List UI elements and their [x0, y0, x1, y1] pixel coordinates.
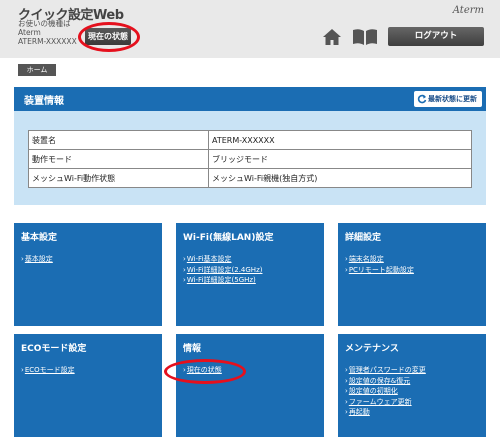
tile-information: 情報 現在の状態 — [176, 334, 324, 437]
device-info-header: 装置情報 最新状態に更新 — [14, 87, 486, 111]
tile-advanced-settings: 詳細設定 端末名設定 PCリモート起動設定 — [338, 223, 486, 326]
row-value: ブリッジモード — [208, 149, 472, 169]
table-row: 装置名 ATERM-XXXXXX — [28, 130, 472, 150]
row-key: メッシュWi-Fi動作状態 — [28, 168, 209, 188]
tile-title: ECOモード設定 — [21, 344, 87, 354]
device-model: ATERM-XXXXXX — [18, 37, 77, 46]
highlight-oval — [164, 359, 246, 384]
link-eco-mode[interactable]: ECOモード設定 — [21, 365, 75, 376]
highlight-oval — [78, 22, 140, 52]
refresh-icon — [417, 94, 427, 104]
tile-title: 情報 — [183, 344, 202, 354]
tile-title: 詳細設定 — [345, 233, 382, 243]
tile-wifi-settings: Wi-Fi(無線LAN)設定 Wi-Fi基本設定 Wi-Fi詳細設定(2.4GH… — [176, 223, 324, 326]
tile-basic-settings: 基本設定 基本設定 — [14, 223, 162, 326]
link-admin-password[interactable]: 管理者パスワードの変更 — [345, 365, 426, 376]
tile-title: メンテナンス — [345, 344, 399, 354]
tile-title: 基本設定 — [21, 233, 58, 243]
device-intro: お使いの機種は — [18, 19, 71, 28]
link-wifi-24ghz[interactable]: Wi-Fi詳細設定(2.4GHz) — [183, 265, 263, 276]
book-icon[interactable] — [352, 28, 378, 46]
tile-title: Wi-Fi(無線LAN)設定 — [183, 233, 274, 243]
aterm-logo: Aterm — [452, 5, 484, 16]
table-row: メッシュWi-Fi動作状態 メッシュWi-Fi親機(独自方式) — [28, 168, 472, 188]
link-basic-settings[interactable]: 基本設定 — [21, 254, 53, 265]
device-info-table: 装置名 ATERM-XXXXXX 動作モード ブリッジモード メッシュWi-Fi… — [28, 130, 472, 188]
device-brand: Aterm — [18, 28, 41, 37]
device-info-panel: 装置情報 最新状態に更新 装置名 ATERM-XXXXXX 動作モード ブリッジ… — [14, 87, 486, 205]
link-reboot[interactable]: 再起動 — [345, 407, 426, 418]
link-wifi-basic[interactable]: Wi-Fi基本設定 — [183, 254, 262, 265]
tile-link-list: 管理者パスワードの変更 設定値の保存&復元 設定値の初期化 ファームウェア更新 … — [345, 365, 426, 418]
tile-link-list: 基本設定 — [21, 254, 53, 265]
breadcrumb-home[interactable]: ホーム — [18, 64, 56, 76]
refresh-label: 最新状態に更新 — [428, 95, 477, 103]
logout-button[interactable]: ログアウト — [388, 27, 484, 46]
link-firmware-update[interactable]: ファームウェア更新 — [345, 397, 426, 408]
tile-eco-mode: ECOモード設定 ECOモード設定 — [14, 334, 162, 437]
tile-link-list: 端末名設定 PCリモート起動設定 — [345, 254, 414, 275]
link-pc-remote-wake[interactable]: PCリモート起動設定 — [345, 265, 414, 276]
link-device-name[interactable]: 端末名設定 — [345, 254, 414, 265]
row-value: ATERM-XXXXXX — [208, 130, 472, 150]
device-info-title: 装置情報 — [24, 96, 64, 107]
home-icon[interactable] — [322, 28, 342, 46]
row-key: 装置名 — [28, 130, 209, 150]
tile-link-list: Wi-Fi基本設定 Wi-Fi詳細設定(2.4GHz) Wi-Fi詳細設定(5G… — [183, 254, 263, 286]
link-wifi-5ghz[interactable]: Wi-Fi詳細設定(5GHz) — [183, 275, 262, 286]
link-save-restore[interactable]: 設定値の保存&復元 — [345, 376, 426, 387]
refresh-button[interactable]: 最新状態に更新 — [414, 91, 482, 107]
link-factory-reset[interactable]: 設定値の初期化 — [345, 386, 426, 397]
tile-maintenance: メンテナンス 管理者パスワードの変更 設定値の保存&復元 設定値の初期化 ファー… — [338, 334, 486, 437]
table-row: 動作モード ブリッジモード — [28, 149, 472, 169]
header-bar: クイック設定Web お使いの機種は Aterm ATERM-XXXXXX 現在の… — [0, 0, 500, 58]
row-key: 動作モード — [28, 149, 209, 169]
tile-link-list: ECOモード設定 — [21, 365, 75, 376]
row-value: メッシュWi-Fi親機(独自方式) — [208, 168, 472, 188]
